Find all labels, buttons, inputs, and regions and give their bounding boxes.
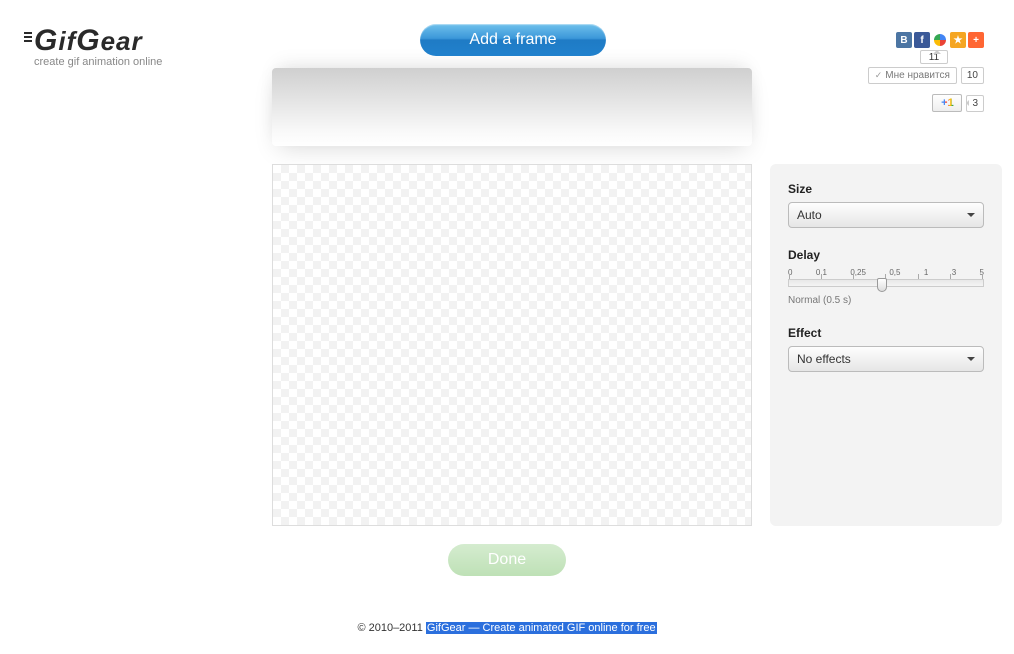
preview-canvas[interactable] — [272, 164, 752, 526]
size-value: Auto — [797, 208, 822, 222]
effect-value: No effects — [797, 352, 851, 366]
like-count: 10 — [961, 67, 984, 84]
footer: © 2010–2011 GifGear — Create animated GI… — [0, 622, 1014, 634]
frames-strip[interactable] — [272, 68, 752, 146]
facebook-icon[interactable]: f — [914, 32, 930, 48]
add-frame-button[interactable]: Add a frame — [420, 24, 606, 56]
vk-icon[interactable]: B — [896, 32, 912, 48]
size-label: Size — [788, 182, 984, 196]
share-icon[interactable]: + — [968, 32, 984, 48]
effect-label: Effect — [788, 326, 984, 340]
delay-status: Normal (0.5 s) — [788, 295, 984, 306]
logo-area: GifGear create gif animation online — [34, 24, 162, 68]
plusone-label: +1 — [941, 97, 954, 109]
done-button[interactable]: Done — [448, 544, 566, 576]
effect-dropdown[interactable]: No effects — [788, 346, 984, 372]
like-button[interactable]: Мне нравится — [868, 67, 957, 84]
delay-slider[interactable] — [788, 279, 984, 287]
plusone-button[interactable]: +1 — [932, 94, 962, 112]
settings-panel: Size Auto Delay 0 0,1 0,25 0,5 1 3 5 — [770, 164, 1002, 526]
size-dropdown[interactable]: Auto — [788, 202, 984, 228]
footer-link[interactable]: GifGear — Create animated GIF online for… — [426, 622, 657, 634]
favorite-icon[interactable]: ★ — [950, 32, 966, 48]
delay-label: Delay — [788, 248, 984, 262]
delay-slider-handle[interactable] — [877, 278, 887, 292]
logo[interactable]: GifGear — [34, 24, 162, 58]
plusone-count: 3 — [966, 95, 984, 112]
like-label: Мне нравится — [885, 70, 950, 81]
share-counter: 11 — [920, 50, 948, 64]
copyright-text: © 2010–2011 — [357, 622, 425, 634]
